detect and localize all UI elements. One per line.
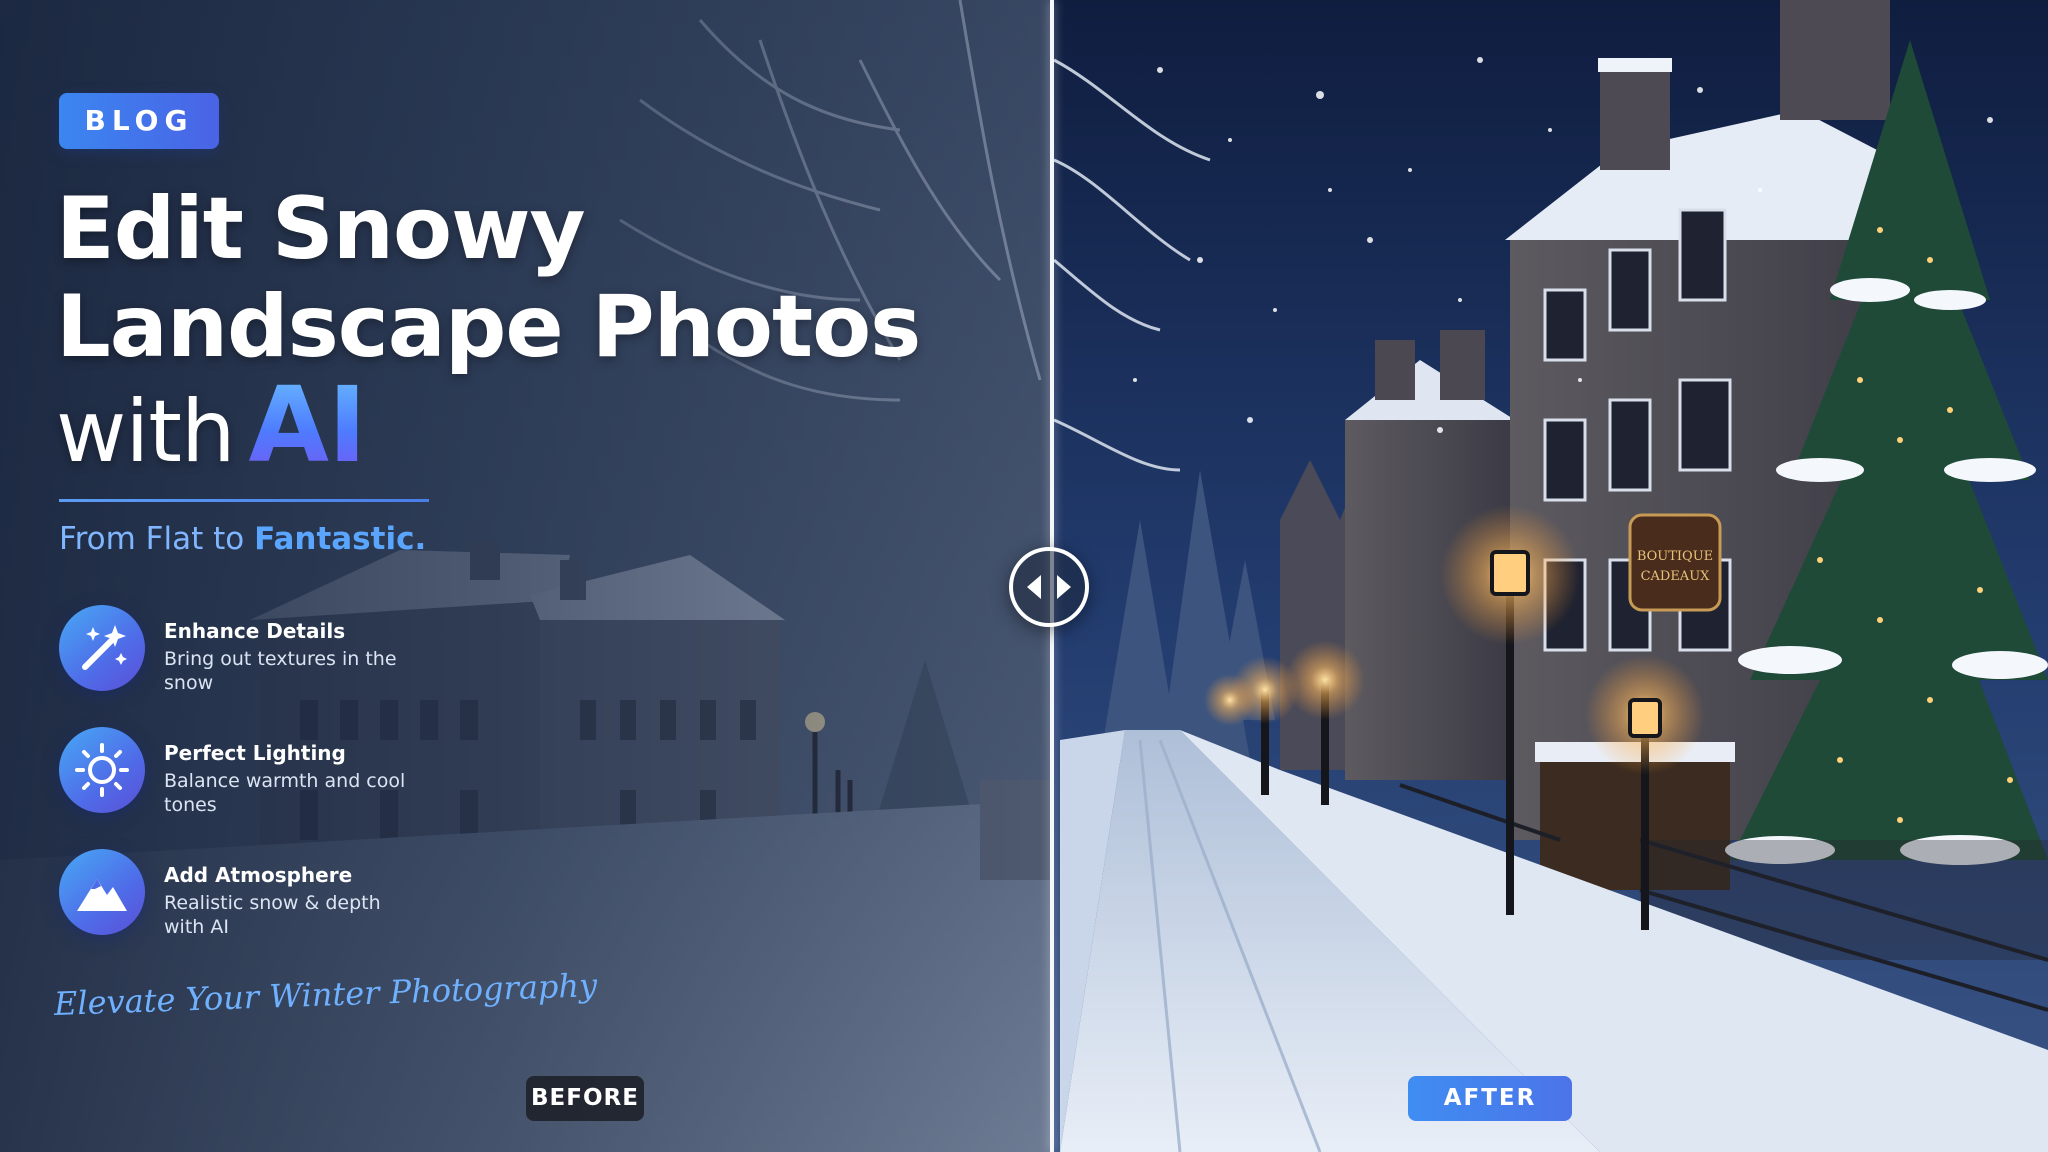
tagline-prefix: From Flat to: [59, 521, 255, 557]
feature-list: Enhance Details Bring out textures in th…: [59, 605, 479, 971]
after-label: AFTER: [1408, 1076, 1572, 1121]
page-title: Edit Snowy Landscape Photos with AI: [56, 180, 956, 481]
mountain-icon: [59, 849, 145, 935]
magic-wand-sparkles-icon: [59, 605, 145, 691]
feature-perfect-lighting: Perfect Lighting Balance warmth and cool…: [59, 727, 479, 849]
shop-sign-line1: BOUTIQUE: [1637, 549, 1713, 564]
feature-description: Bring out textures in the snow: [164, 648, 397, 694]
title-line-2: Landscape Photos: [56, 277, 921, 377]
feature-description: Realistic snow & depth with AI: [164, 892, 381, 938]
title-divider: [59, 499, 429, 502]
before-after-comparison: BOUTIQUE CADEAUX BLOG Edit Snowy Landsca…: [0, 0, 2048, 1152]
blog-badge: BLOG: [59, 93, 219, 149]
tagline-highlight: Fantastic.: [254, 521, 427, 557]
comparison-slider-handle[interactable]: [1009, 547, 1089, 627]
before-label: BEFORE: [526, 1076, 644, 1121]
shop-sign-line2: CADEAUX: [1641, 569, 1711, 584]
feature-description: Balance warmth and cool tones: [164, 770, 406, 816]
title-line-3: with AI: [56, 373, 956, 482]
tagline: From Flat to Fantastic.: [59, 521, 426, 557]
title-ai-highlight: AI: [248, 364, 366, 486]
feature-title: Add Atmosphere: [164, 863, 353, 887]
left-right-arrows-icon: [1027, 575, 1071, 599]
feature-enhance-details: Enhance Details Bring out textures in th…: [59, 605, 479, 727]
feature-title: Perfect Lighting: [164, 741, 346, 765]
title-line-1: Edit Snowy: [56, 179, 586, 279]
feature-title: Enhance Details: [164, 619, 346, 643]
title-with: with: [56, 382, 235, 482]
feature-add-atmosphere: Add Atmosphere Realistic snow & depth wi…: [59, 849, 479, 971]
sun-icon: [59, 727, 145, 813]
